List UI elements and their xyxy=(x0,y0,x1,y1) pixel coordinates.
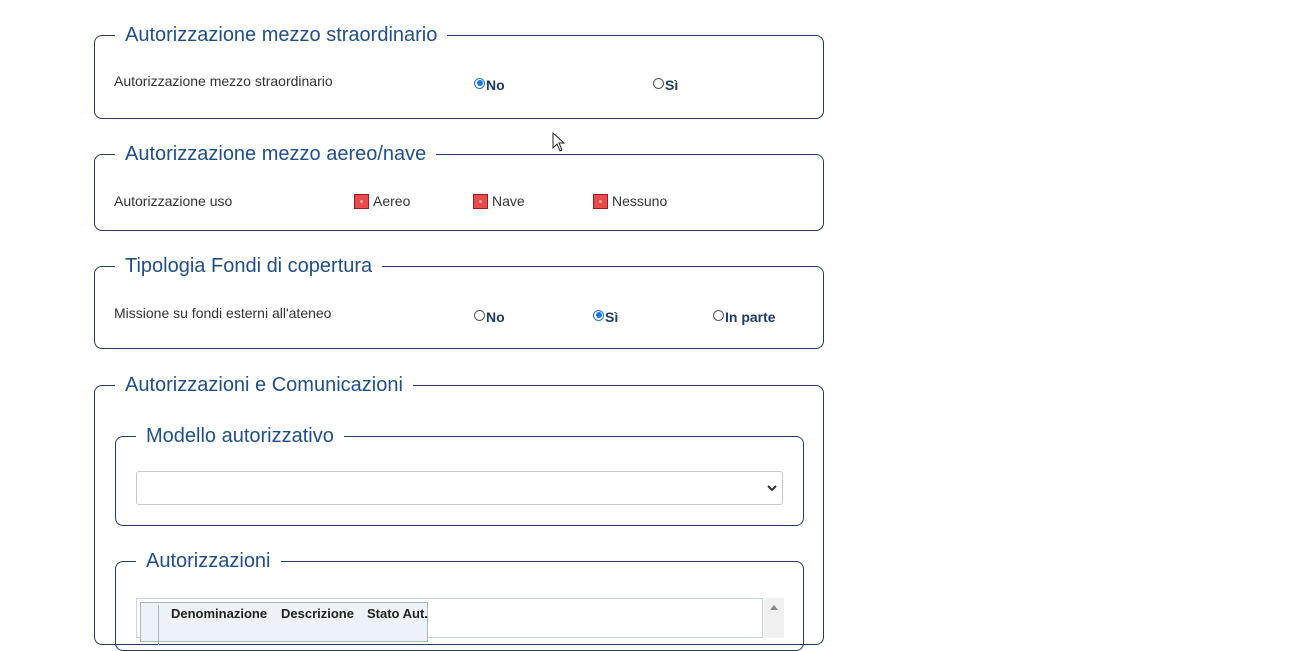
checkbox-aereo[interactable]: Aereo xyxy=(354,193,410,209)
autorizzazioni-grid: Denominazione Descrizione Stato Aut. xyxy=(136,598,763,645)
radio-option-si[interactable]: Sì xyxy=(593,307,619,325)
column-header-denominazione[interactable]: Denominazione xyxy=(171,606,267,621)
radio-label: Sì xyxy=(665,77,679,93)
radio-unselected-icon[interactable] xyxy=(653,77,664,89)
column-header-stato[interactable]: Stato Aut. xyxy=(367,606,428,621)
chevron-down-icon xyxy=(767,485,777,492)
fieldset-legend: Autorizzazione mezzo aereo/nave xyxy=(115,142,437,166)
checkbox-nave[interactable]: Nave xyxy=(473,193,525,209)
radio-option-si[interactable]: Sì xyxy=(653,75,679,93)
checkbox-label: Aereo xyxy=(373,193,411,209)
field-label: Missione su fondi esterni all'ateneo xyxy=(114,305,332,321)
radio-label: No xyxy=(486,77,505,93)
checkbox-nessuno[interactable]: Nessuno xyxy=(593,193,667,209)
radio-unselected-icon[interactable] xyxy=(474,309,485,321)
grid-select-column[interactable] xyxy=(143,605,159,645)
radio-label: No xyxy=(486,309,505,325)
checkbox-label: Nave xyxy=(492,193,525,209)
fieldset-legend: Autorizzazione mezzo straordinario xyxy=(115,23,448,47)
modello-select[interactable] xyxy=(136,471,783,505)
fieldset-legend: Autorizzazioni xyxy=(136,549,281,573)
checkbox-icon[interactable] xyxy=(593,193,608,209)
fieldset-mezzo-straordinario: Autorizzazione mezzo straordinario Autor… xyxy=(94,23,824,119)
checkbox-icon[interactable] xyxy=(473,193,488,209)
fieldset-legend: Tipologia Fondi di copertura xyxy=(115,254,383,278)
fieldset-autorizzazioni-comunicazioni: Autorizzazioni e Comunicazioni Modello a… xyxy=(94,373,824,651)
field-label: Autorizzazione mezzo straordinario xyxy=(114,73,333,89)
radio-selected-icon[interactable] xyxy=(593,309,604,321)
grid-scrollbar[interactable] xyxy=(764,598,784,638)
radio-option-no[interactable]: No xyxy=(474,75,505,93)
scroll-up-icon[interactable] xyxy=(769,603,779,611)
grid-header: Denominazione Descrizione Stato Aut. xyxy=(140,602,428,645)
radio-unselected-icon[interactable] xyxy=(713,309,724,321)
fieldset-mezzo-aereo-nave: Autorizzazione mezzo aereo/nave Autorizz… xyxy=(94,142,824,231)
checkbox-icon[interactable] xyxy=(354,193,369,209)
radio-option-in-parte[interactable]: In parte xyxy=(713,307,776,325)
field-label: Autorizzazione uso xyxy=(114,193,233,209)
radio-label: In parte xyxy=(725,309,776,325)
fieldset-fondi-copertura: Tipologia Fondi di copertura Missione su… xyxy=(94,254,824,349)
radio-selected-icon[interactable] xyxy=(474,77,485,89)
fieldset-modello-autorizzativo: Modello autorizzativo xyxy=(115,424,804,526)
radio-option-no[interactable]: No xyxy=(474,307,505,325)
fieldset-autorizzazioni: Autorizzazioni Denominazione Descrizione… xyxy=(115,549,804,651)
fieldset-legend: Autorizzazioni e Comunicazioni xyxy=(115,373,413,397)
mouse-cursor-icon xyxy=(552,132,566,152)
fieldset-legend: Modello autorizzativo xyxy=(136,424,344,448)
column-header-descrizione[interactable]: Descrizione xyxy=(281,606,354,621)
radio-label: Sì xyxy=(605,309,619,325)
checkbox-label: Nessuno xyxy=(612,193,668,209)
